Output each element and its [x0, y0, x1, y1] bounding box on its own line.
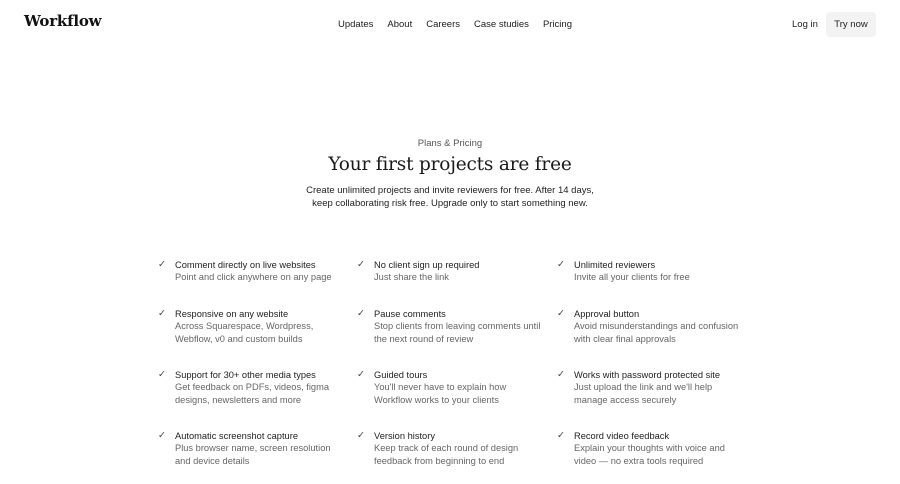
feature-item: ✓ Unlimited reviewers Invite all your clie…: [557, 259, 754, 284]
subtitle-line-1: Create unlimited projects and invite rev…: [306, 185, 594, 196]
feature-item: ✓ Comment directly on live websites Point …: [158, 259, 355, 284]
feature-description: Webflow, v0 and custom builds: [175, 333, 303, 344]
feature-description: Stop clients from leaving comments until: [374, 321, 541, 332]
feature-title: Record video feedback: [574, 431, 670, 441]
feature-description: the next round of review: [374, 333, 474, 344]
feature-item: ✓ No client sign up required Just share th…: [357, 259, 554, 284]
feature-description: manage access securely: [574, 394, 677, 405]
feature-description: You'll never have to explain how: [374, 382, 507, 393]
feature-item: ✓ Support for 30+ other media types Get fe…: [158, 369, 355, 406]
feature-description: Just upload the link and we'll help: [574, 382, 713, 393]
feature-description: designs, newsletters and more: [175, 394, 302, 405]
feature-item: ✓ Version history Keep track of each round…: [357, 430, 554, 467]
check-icon: ✓: [557, 259, 565, 270]
page-subtitle: Create unlimited projects and invite rev…: [0, 185, 900, 210]
feature-description: Avoid misunderstandings and confusion: [574, 321, 739, 332]
check-icon: ✓: [357, 369, 365, 380]
feature-description: with clear final approvals: [574, 333, 676, 344]
feature-description: Invite all your clients for free: [574, 272, 690, 283]
check-icon: ✓: [158, 369, 166, 380]
feature-title: Approval button: [574, 309, 640, 319]
feature-description: Workflow works to your clients: [374, 394, 499, 405]
check-icon: ✓: [158, 308, 166, 319]
feature-description: feedback from beginning to end: [374, 455, 505, 466]
feature-description: Keep track of each round of design: [374, 443, 519, 454]
feature-description: Plus browser name, screen resolution: [175, 443, 331, 454]
feature-description: video — no extra tools required: [574, 455, 704, 466]
feature-description: Across Squarespace, Wordpress,: [175, 321, 314, 332]
check-icon: ✓: [557, 430, 565, 441]
feature-title: Pause comments: [374, 309, 446, 319]
feature-item: ✓ Responsive on any website Across Squares…: [158, 308, 355, 345]
feature-title: No client sign up required: [374, 260, 480, 270]
check-icon: ✓: [557, 369, 565, 380]
feature-description: Get feedback on PDFs, videos, figma: [175, 382, 329, 393]
nav-careers[interactable]: Careers: [426, 19, 460, 30]
feature-title: Comment directly on live websites: [175, 260, 316, 270]
nav-pricing[interactable]: Pricing: [543, 19, 572, 30]
feature-title: Support for 30+ other media types: [175, 370, 316, 380]
main-nav: Updates About Careers Case studies Prici…: [338, 19, 572, 30]
check-icon: ✓: [158, 259, 166, 270]
section-eyebrow: Plans & Pricing: [417, 138, 483, 149]
feature-description: and device details: [175, 455, 250, 466]
subtitle-line-2: keep collaborating risk free. Upgrade on…: [312, 197, 588, 209]
check-icon: ✓: [158, 430, 166, 441]
feature-title: Unlimited reviewers: [574, 260, 656, 270]
feature-item: ✓ Record video feedback Explain your thoug…: [557, 430, 754, 467]
nav-updates[interactable]: Updates: [338, 19, 373, 30]
feature-item: ✓ Pause comments Stop clients from leaving…: [357, 308, 554, 345]
feature-item: ✓ Guided tours You'll never have to explai…: [357, 369, 554, 406]
feature-title: Automatic screenshot capture: [175, 431, 298, 441]
feature-title: Works with password protected site: [574, 370, 721, 380]
try-now-button[interactable]: Try now: [826, 12, 876, 37]
feature-item: ✓ Automatic screenshot capture Plus browse…: [158, 430, 355, 467]
login-link[interactable]: Log in: [792, 19, 818, 30]
check-icon: ✓: [357, 308, 365, 319]
feature-description: Explain your thoughts with voice and: [574, 443, 725, 454]
feature-item: ✓ Works with password protected site Just …: [557, 369, 754, 406]
check-icon: ✓: [557, 308, 565, 319]
check-icon: ✓: [357, 259, 365, 270]
feature-title: Responsive on any website: [175, 309, 289, 319]
feature-description: Point and click anywhere on any page: [175, 272, 332, 283]
nav-case-studies[interactable]: Case studies: [474, 19, 529, 30]
nav-about[interactable]: About: [387, 19, 412, 30]
feature-title: Version history: [374, 431, 435, 441]
feature-item: ✓ Approval button Avoid misunderstandings …: [557, 308, 754, 345]
check-icon: ✓: [357, 430, 365, 441]
page-title: Your first projects are free: [328, 154, 572, 175]
logo[interactable]: Workflow: [24, 12, 102, 30]
feature-title: Guided tours: [374, 370, 428, 380]
feature-description: Just share the link: [374, 272, 449, 283]
